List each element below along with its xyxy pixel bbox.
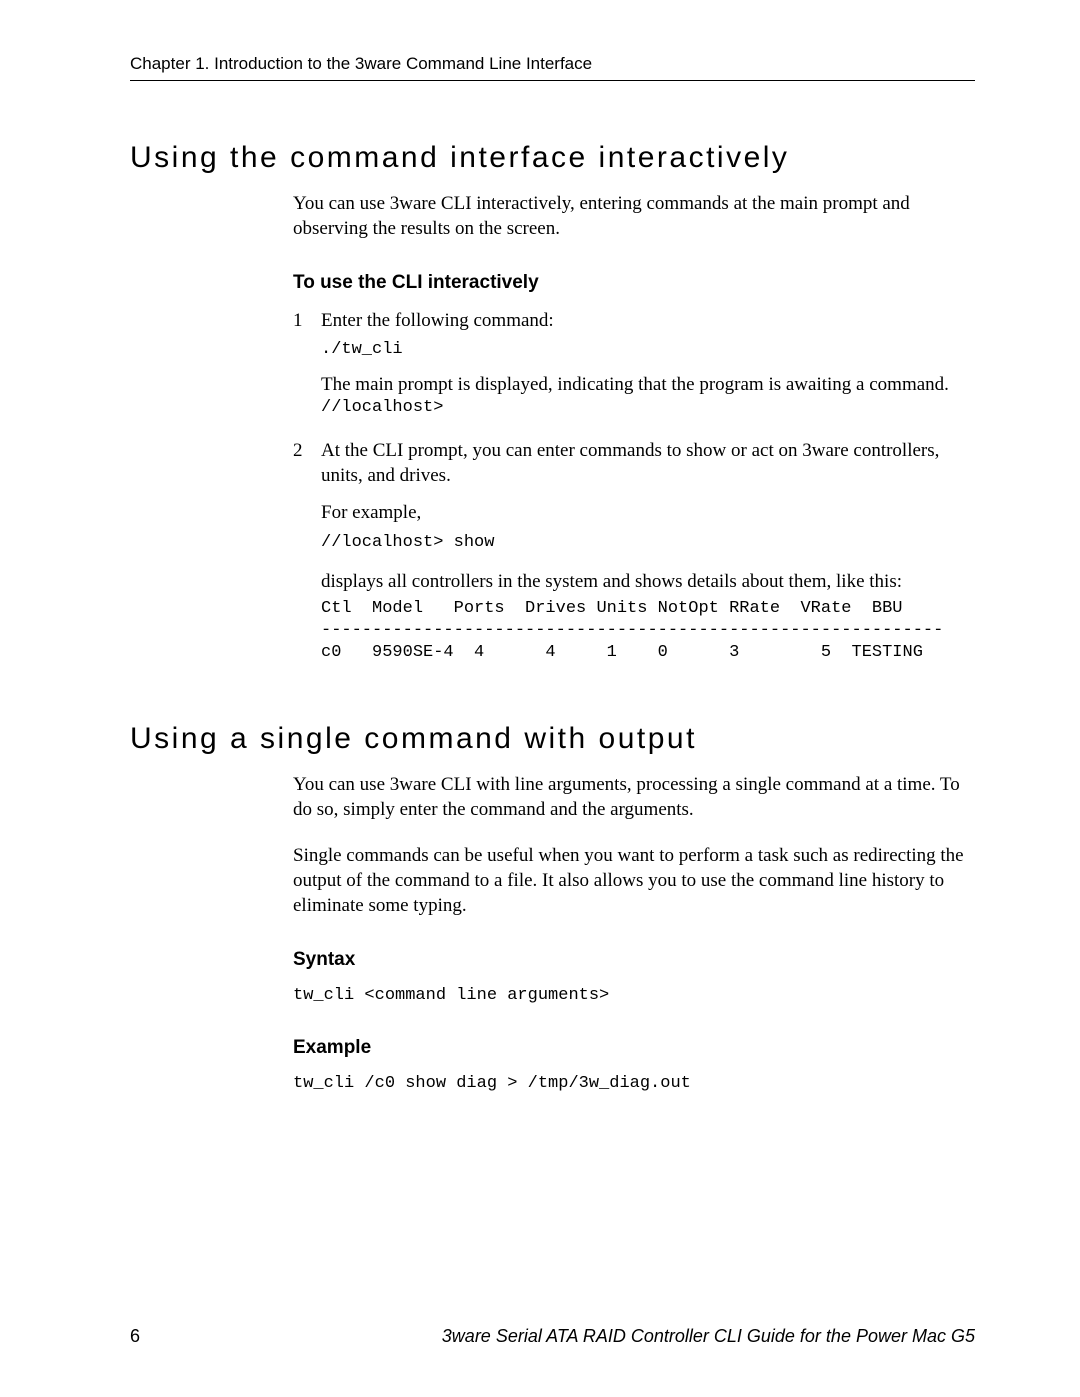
step-paragraph: The main prompt is displayed, indicating…	[321, 372, 975, 397]
step-paragraph: For example,	[321, 500, 975, 525]
page-footer: 6 3ware Serial ATA RAID Controller CLI G…	[130, 1326, 975, 1347]
sub-heading-interactive: To use the CLI interactively	[293, 272, 975, 294]
page-number: 6	[130, 1326, 140, 1347]
header-rule	[130, 80, 975, 81]
step-text: At the CLI prompt, you can enter command…	[321, 438, 975, 489]
steps-list: 1 Enter the following command: ./tw_cli …	[293, 308, 975, 665]
code-sample: //localhost> show	[321, 532, 975, 555]
running-header: Chapter 1. Introduction to the 3ware Com…	[130, 54, 975, 74]
step-paragraph: displays all controllers in the system a…	[321, 569, 975, 594]
section-heading-single: Using a single command with output	[130, 722, 975, 756]
section-single-body: You can use 3ware CLI with line argument…	[293, 772, 975, 1096]
step-1: 1 Enter the following command: ./tw_cli …	[293, 308, 975, 420]
paragraph: Single commands can be useful when you w…	[293, 843, 975, 919]
page: Chapter 1. Introduction to the 3ware Com…	[0, 0, 1080, 1397]
step-text: Enter the following command:	[321, 308, 975, 333]
sub-heading-example: Example	[293, 1037, 975, 1059]
step-number: 1	[293, 310, 321, 332]
section-interactive-body: You can use 3ware CLI interactively, ent…	[293, 191, 975, 664]
intro-paragraph: You can use 3ware CLI with line argument…	[293, 772, 975, 823]
step-2: 2 At the CLI prompt, you can enter comma…	[293, 438, 975, 664]
code-example: tw_cli /c0 show diag > /tmp/3w_diag.out	[293, 1073, 975, 1096]
intro-paragraph: You can use 3ware CLI interactively, ent…	[293, 191, 975, 242]
code-sample: ./tw_cli	[321, 339, 975, 362]
code-syntax: tw_cli <command line arguments>	[293, 985, 975, 1008]
code-sample: //localhost>	[321, 397, 975, 420]
step-number: 2	[293, 440, 321, 462]
book-title: 3ware Serial ATA RAID Controller CLI Gui…	[442, 1326, 975, 1347]
code-output-table: Ctl Model Ports Drives Units NotOpt RRat…	[321, 598, 975, 664]
section-heading-interactive: Using the command interface interactivel…	[130, 141, 975, 175]
sub-heading-syntax: Syntax	[293, 949, 975, 971]
